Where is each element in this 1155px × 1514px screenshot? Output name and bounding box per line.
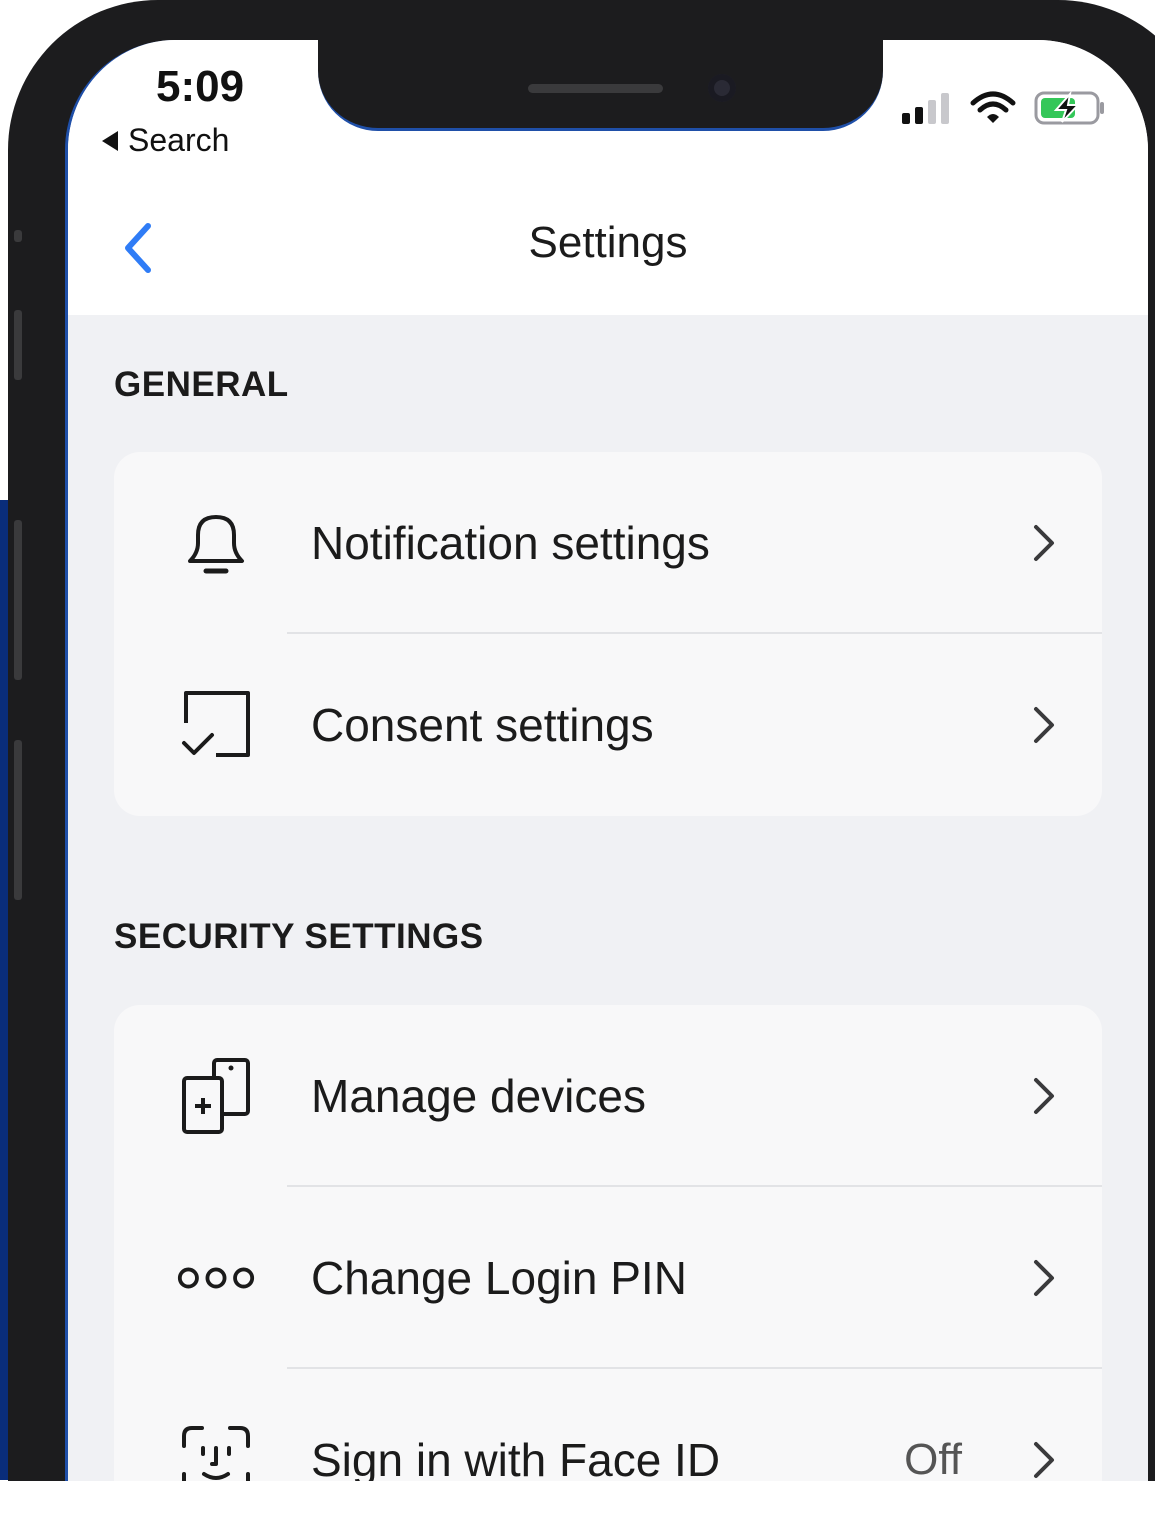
change-login-pin-row[interactable]: Change Login PIN (114, 1187, 1102, 1369)
pin-dots-icon-wrap (176, 1238, 256, 1318)
row-label: Manage devices (311, 1070, 646, 1122)
section-title-security: SECURITY SETTINGS (114, 917, 484, 956)
side-button (14, 310, 22, 380)
back-to-search-link[interactable]: Search (102, 122, 229, 159)
status-time: 5:09 (156, 62, 245, 111)
back-triangle-icon (102, 130, 118, 151)
general-card: Notification settings Consent settings (114, 452, 1102, 816)
checkbox-icon-wrap (176, 685, 256, 765)
face-id-status: Off (904, 1435, 962, 1481)
security-card: Manage devices Change Login PIN Sign in … (114, 1005, 1102, 1481)
devices-icon (182, 1058, 250, 1134)
cellular-signal-icon (902, 93, 949, 124)
battery-charging-icon (1034, 90, 1104, 125)
volume-button (14, 520, 22, 680)
row-label: Change Login PIN (311, 1252, 687, 1304)
wifi-icon (970, 91, 1016, 123)
row-label: Sign in with Face ID (311, 1434, 721, 1481)
phone-frame: 5:09 Search Settings GENERAL Notificatio… (8, 0, 1155, 1481)
face-id-row[interactable]: Sign in with Face ID Off (114, 1369, 1102, 1481)
checkbox-icon (182, 691, 250, 757)
side-button (14, 230, 22, 242)
bell-icon-wrap (176, 503, 256, 583)
page-title: Settings (528, 218, 688, 267)
bell-icon (188, 515, 244, 574)
face-id-icon-wrap (176, 1420, 256, 1481)
devices-icon-wrap (176, 1056, 256, 1136)
back-app-label: Search (128, 122, 230, 158)
consent-settings-row[interactable]: Consent settings (114, 634, 1102, 816)
phone-speaker (528, 84, 663, 93)
manage-devices-row[interactable]: Manage devices (114, 1005, 1102, 1187)
screen: 5:09 Search Settings GENERAL Notificatio… (65, 40, 1148, 1481)
section-title-general: GENERAL (114, 365, 289, 404)
chevron-right-icon (1034, 707, 1054, 743)
row-label: Notification settings (311, 517, 710, 569)
chevron-right-icon (1034, 1078, 1054, 1114)
pin-dots-icon (177, 1267, 255, 1289)
face-id-icon (182, 1426, 250, 1481)
phone-camera (708, 74, 736, 102)
chevron-right-icon (1034, 1442, 1054, 1478)
notification-settings-row[interactable]: Notification settings (114, 452, 1102, 634)
chevron-right-icon (1034, 1260, 1054, 1296)
status-icons (900, 90, 1106, 126)
volume-button (14, 740, 22, 900)
chevron-right-icon (1034, 525, 1054, 561)
row-label: Consent settings (311, 699, 654, 751)
